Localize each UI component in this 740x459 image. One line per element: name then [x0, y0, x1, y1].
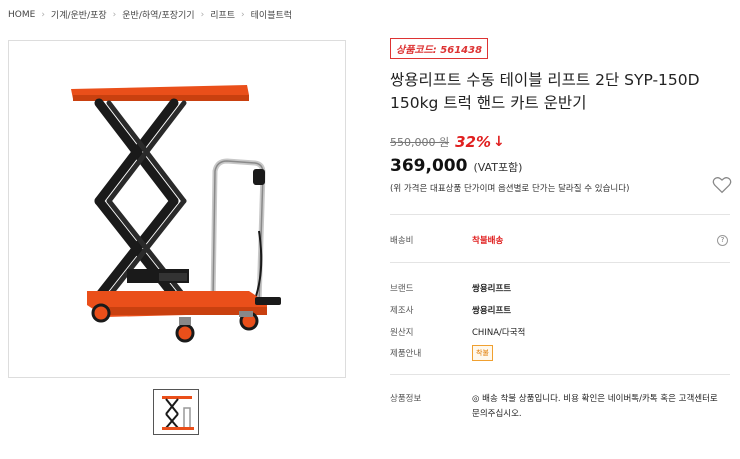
product-notice-label: 제품안내	[390, 349, 422, 359]
breadcrumb-category-1[interactable]: 기계/운반/포장	[51, 8, 107, 21]
original-price: 550,000 원	[390, 136, 450, 149]
product-info-row: 상품정보 ◎ 배송 착불 상품입니다. 비용 확인은 네이버톡/카톡 혹은 고객…	[390, 392, 730, 422]
breadcrumb-separator-icon: ›	[200, 9, 205, 20]
shipping-row: 배송비 착불배송 ?	[390, 234, 730, 246]
product-title-line-2: 150kg 트럭 핸드 카트 운반기	[390, 94, 587, 112]
table-lift-illustration	[71, 85, 281, 343]
shipping-label: 배송비	[390, 236, 414, 246]
cod-shipping-tag: 착불	[472, 345, 493, 361]
origin-value: CHINA/다국적	[472, 328, 526, 338]
price-row: 550,000 원 32% ↓	[390, 133, 730, 151]
price-notice: (위 가격은 대표상품 단가이며 옵션별로 단가는 달라질 수 있습니다)	[390, 184, 630, 194]
product-info-label: 상품정보	[390, 394, 422, 404]
breadcrumb: HOME › 기계/운반/포장 › 운반/하역/포장기기 › 리프트 › 테이블…	[8, 8, 292, 22]
divider	[390, 262, 730, 263]
product-info-panel: 상품코드: 561438 쌍용리프트 수동 테이블 리프트 2단 SYP-150…	[390, 38, 732, 419]
breadcrumb-separator-icon: ›	[241, 9, 245, 20]
breadcrumb-category-4[interactable]: 테이블트럭	[251, 8, 292, 21]
brand-value: 쌍용리프트	[472, 284, 512, 294]
brand-label: 브랜드	[390, 284, 414, 294]
breadcrumb-separator-icon: ›	[112, 9, 117, 20]
manufacturer-label: 제조사	[390, 306, 414, 316]
discount-rate: 32% ↓	[455, 133, 505, 151]
divider	[390, 214, 730, 215]
spec-row-manufacturer: 제조사 쌍용리프트	[390, 304, 730, 316]
spec-row-origin: 원산지 CHINA/다국적	[390, 326, 730, 338]
manufacturer-value: 쌍용리프트	[472, 306, 512, 316]
breadcrumb-category-2[interactable]: 운반/하역/포장기기	[122, 8, 194, 21]
vat-label: (VAT포함)	[473, 161, 523, 174]
product-code-badge: 상품코드: 561438	[390, 38, 489, 59]
product-main-image[interactable]	[8, 40, 346, 378]
down-arrow-icon: ↓	[493, 134, 505, 150]
breadcrumb-separator-icon: ›	[41, 9, 45, 20]
breadcrumb-category-3[interactable]: 리프트	[210, 8, 235, 21]
sale-price: 369,000	[390, 156, 468, 176]
spec-row-brand: 브랜드 쌍용리프트	[390, 282, 730, 294]
table-lift-thumbnail-image	[162, 396, 194, 430]
help-icon[interactable]: ?	[717, 234, 728, 246]
product-info-value: ◎ 배송 착불 상품입니다. 비용 확인은 네이버톡/카톡 혹은 고객센터로 문…	[472, 394, 718, 419]
divider	[390, 374, 730, 375]
sale-price-row: 369,000 (VAT포함)	[390, 156, 730, 176]
product-thumbnail[interactable]	[153, 389, 199, 435]
product-title: 쌍용리프트 수동 테이블 리프트 2단 SYP-150D 150kg 트럭 핸드…	[390, 69, 730, 115]
origin-label: 원산지	[390, 328, 414, 338]
spec-row-notice: 제품안내 착불	[390, 345, 730, 361]
heart-icon[interactable]	[712, 176, 732, 194]
breadcrumb-home[interactable]: HOME	[8, 10, 35, 20]
product-title-line-1: 쌍용리프트 수동 테이블 리프트 2단 SYP-150D	[390, 71, 700, 89]
discount-percent: 32%	[455, 133, 492, 151]
shipping-value: 착불배송	[472, 236, 504, 246]
